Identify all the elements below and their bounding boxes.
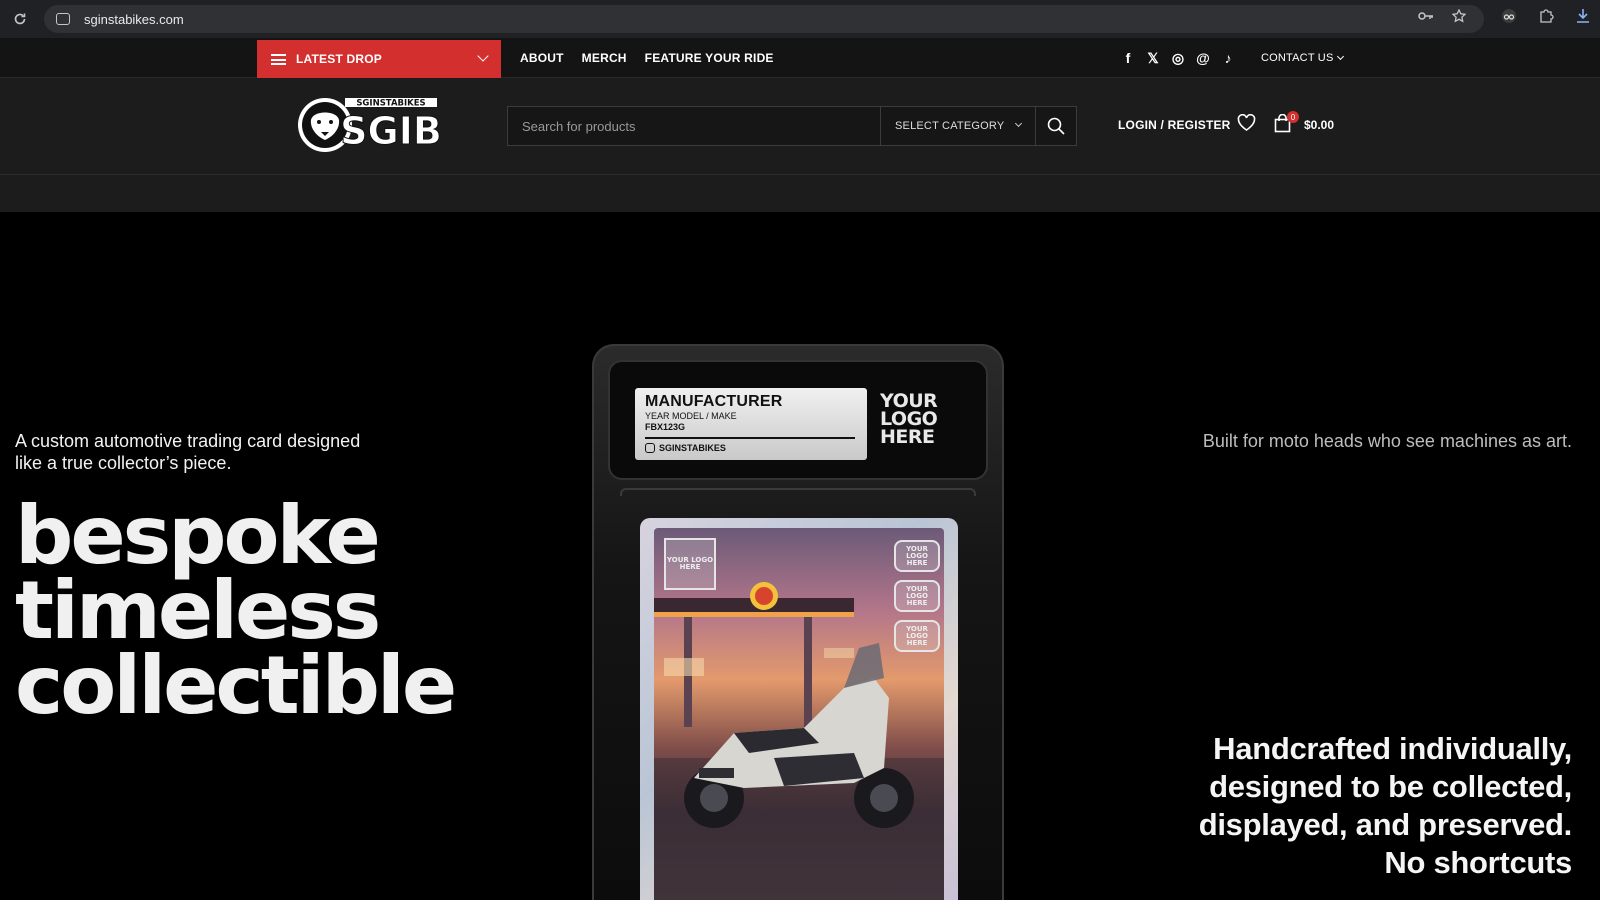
cart-total[interactable]: $0.00 [1304,118,1334,132]
facebook-icon[interactable]: f [1121,50,1135,66]
hero-headline: bespoke timeless collectible [15,496,475,726]
wishlist-heart-icon[interactable] [1237,114,1256,132]
label-handle-text: SGINSTABIKES [659,442,726,453]
card-logo-placeholder-right-3: YOUR LOGO HERE [894,620,940,652]
cart-count-badge: 0 [1287,111,1299,123]
x-icon[interactable]: 𝕏 [1146,50,1160,67]
hero-word-timeless: timeless [15,564,381,657]
url-text: sginstabikes.com [84,11,184,27]
hero-statement: Handcrafted individually, designed to be… [1198,731,1573,880]
card-logo-placeholder-left: YOUR LOGO HERE [664,538,716,590]
instagram-icon [645,442,655,453]
label-code: FBX123G [645,422,686,432]
category-select-label: SELECT CATEGORY [895,120,1005,132]
download-icon[interactable] [1576,8,1590,27]
nav-link-merch[interactable]: MERCH [582,51,627,65]
label-divider [645,437,855,439]
site-header: SGINSTABIKES SGIB SELECT CATEGORY LOGIN … [0,78,1600,175]
threads-icon[interactable]: @ [1196,50,1210,66]
latest-drop-label: LATEST DROP [296,52,382,66]
nav-link-about[interactable]: ABOUT [520,51,564,65]
key-icon[interactable] [1418,9,1434,26]
category-select[interactable]: SELECT CATEGORY [880,107,1035,145]
label-manufacturer: MANUFACTURER [645,393,783,410]
motorcycle-photo: YOUR LOGO HERE YOUR LOGO HERE YOUR LOGO … [654,528,944,900]
contact-us-menu[interactable]: CONTACT US [1261,38,1344,78]
label-handle: SGINSTABIKES [645,442,857,453]
graded-card-slab: MANUFACTURER YEAR MODEL / MAKE FBX123G S… [592,344,1004,900]
address-bar[interactable]: sginstabikes.com [44,5,1484,33]
browser-toolbar: sginstabikes.com [0,0,1600,38]
latest-drop-menu[interactable]: LATEST DROP [257,40,501,78]
hero-word-collectible: collectible [15,639,457,732]
hero-section: A custom automotive trading card designe… [0,212,1600,900]
extensions-icon[interactable] [1539,8,1554,27]
slab-label-window: MANUFACTURER YEAR MODEL / MAKE FBX123G S… [608,360,988,480]
instagram-icon[interactable]: ◎ [1171,50,1185,67]
site-info-icon[interactable] [56,13,70,25]
header-subbar [0,175,1600,212]
bookmark-star-icon[interactable] [1451,8,1467,26]
tiktok-icon[interactable]: ♪ [1221,50,1235,66]
search-input[interactable] [508,107,880,145]
reload-icon[interactable] [0,12,40,26]
chevron-down-icon [477,50,489,62]
site-logo[interactable]: SGINSTABIKES SGIB [295,94,441,156]
top-navigation: LATEST DROP ABOUT MERCH FEATURE YOUR RID… [0,38,1600,78]
social-links: f 𝕏 ◎ @ ♪ [1121,38,1235,78]
card-logo-placeholder-right-1: YOUR LOGO HERE [894,540,940,572]
login-register-link[interactable]: LOGIN / REGISTER [1118,118,1231,132]
chevron-down-icon [1014,119,1023,128]
contact-us-label: CONTACT US [1261,52,1334,64]
search-icon [1047,117,1065,135]
search-button[interactable] [1035,107,1076,145]
main-nav-links: ABOUT MERCH FEATURE YOUR RIDE [520,38,774,78]
hero-word-bespoke: bespoke [15,489,381,582]
incognito-icon[interactable] [1501,8,1517,27]
slab-label: MANUFACTURER YEAR MODEL / MAKE FBX123G S… [635,388,867,460]
nav-link-feature-your-ride[interactable]: FEATURE YOUR RIDE [645,51,774,65]
slab-ridge [620,488,976,496]
label-year-model: YEAR MODEL / MAKE [645,411,737,421]
card-logo-placeholder-right-2: YOUR LOGO HERE [894,580,940,612]
logo-small-text: SGINSTABIKES [356,99,425,109]
hamburger-icon [271,53,286,65]
trading-card: YOUR LOGO HERE YOUR LOGO HERE YOUR LOGO … [640,518,958,900]
slab-logo-placeholder: YOUR LOGO HERE [880,390,938,448]
chevron-down-icon [1336,52,1344,61]
hero-tagline-right: Built for moto heads who see machines as… [1202,431,1572,451]
product-search: SELECT CATEGORY [507,106,1077,146]
hero-tagline-left: A custom automotive trading card designe… [15,431,361,473]
logo-big-text: SGIB [340,109,441,153]
